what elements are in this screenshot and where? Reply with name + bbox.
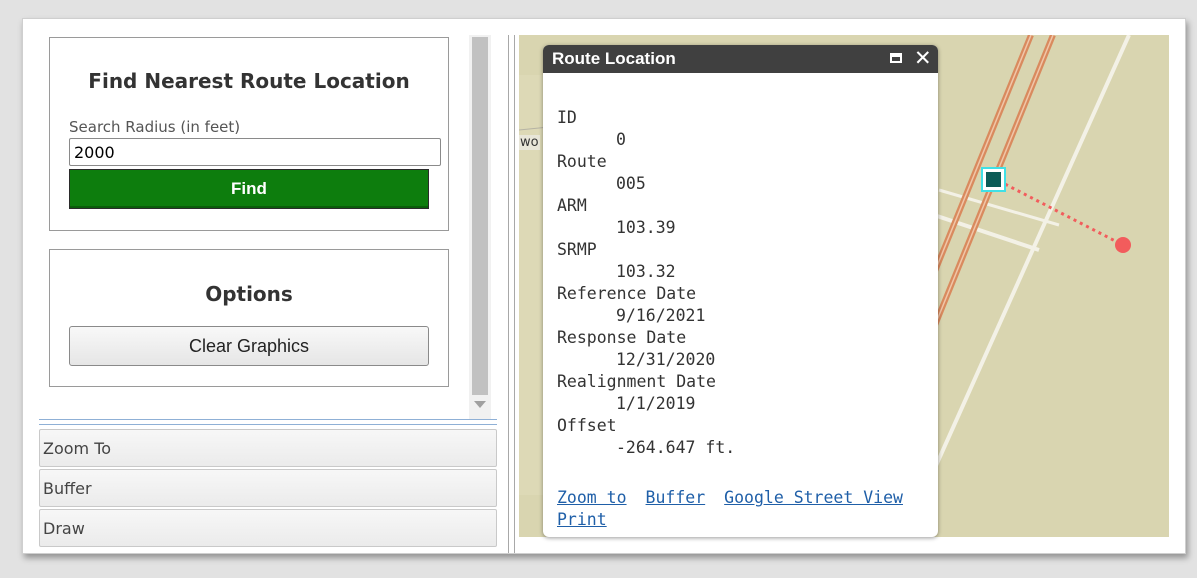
- scrollbar-thumb[interactable]: [472, 37, 488, 395]
- search-radius-label: Search Radius (in feet): [69, 118, 241, 136]
- panel-divider: [39, 419, 497, 425]
- section-draw[interactable]: Draw: [39, 509, 497, 547]
- attr-label-offset: Offset: [557, 416, 617, 435]
- buffer-link[interactable]: Buffer: [646, 488, 706, 507]
- attr-value-response-date: 12/31/2020: [616, 350, 716, 369]
- attr-label-id: ID: [557, 108, 577, 127]
- route-location-marker[interactable]: [986, 172, 1001, 187]
- search-point-marker[interactable]: [1115, 237, 1131, 253]
- attr-value-arm: 103.39: [616, 218, 676, 237]
- find-panel-title: Find Nearest Route Location: [88, 69, 410, 93]
- attr-label-route: Route: [557, 152, 607, 171]
- attr-value-realignment-date: 1/1/2019: [616, 394, 696, 413]
- splitter-line[interactable]: [514, 35, 515, 553]
- panel-scrollbar[interactable]: [469, 35, 491, 419]
- app-window: Find Nearest Route Location Search Radiu…: [22, 18, 1186, 554]
- clear-graphics-button[interactable]: Clear Graphics: [69, 326, 429, 366]
- options-panel: Options Clear Graphics: [49, 249, 449, 387]
- popup-header: Route Location ✕: [543, 45, 938, 73]
- section-buffer[interactable]: Buffer: [39, 469, 497, 507]
- attr-value-srmp: 103.32: [616, 262, 676, 281]
- google-street-view-link[interactable]: Google Street View: [724, 488, 903, 507]
- section-zoom-to[interactable]: Zoom To: [39, 429, 497, 467]
- attr-label-srmp: SRMP: [557, 240, 597, 259]
- attr-value-offset: -264.647 ft.: [616, 438, 736, 457]
- attr-label-response-date: Response Date: [557, 328, 687, 347]
- print-link[interactable]: Print: [557, 510, 607, 529]
- popup-attributes: ID 0 Route 005 ARM 103.39 SRMP 103.32 Re…: [557, 107, 735, 459]
- attr-label-reference-date: Reference Date: [557, 284, 697, 303]
- options-panel-title: Options: [205, 282, 293, 306]
- search-radius-input[interactable]: [69, 138, 441, 166]
- close-icon[interactable]: ✕: [914, 47, 932, 69]
- attr-value-route: 005: [616, 174, 646, 193]
- attr-value-id: 0: [616, 130, 626, 149]
- find-nearest-route-panel: Find Nearest Route Location Search Radiu…: [49, 37, 449, 231]
- map-edge-label: wo: [519, 135, 540, 150]
- section-label: Zoom To: [43, 439, 112, 458]
- section-label: Draw: [43, 519, 85, 538]
- zoom-to-link[interactable]: Zoom to: [557, 488, 627, 507]
- section-label: Buffer: [43, 479, 92, 498]
- route-location-popup: Route Location ✕ ID 0 Route 005 ARM 103.…: [543, 45, 938, 537]
- scroll-down-arrow-icon[interactable]: [474, 401, 486, 408]
- popup-title: Route Location: [552, 49, 676, 68]
- splitter-line: [508, 35, 509, 553]
- find-button[interactable]: Find: [69, 169, 429, 209]
- maximize-icon[interactable]: [890, 53, 902, 63]
- popup-action-links: Zoom to Buffer Google Street View Print: [557, 487, 922, 531]
- attr-value-reference-date: 9/16/2021: [616, 306, 706, 325]
- attr-label-realignment-date: Realignment Date: [557, 372, 716, 391]
- attr-label-arm: ARM: [557, 196, 587, 215]
